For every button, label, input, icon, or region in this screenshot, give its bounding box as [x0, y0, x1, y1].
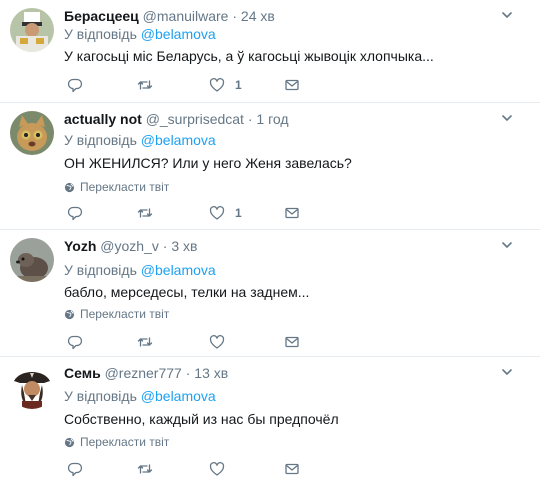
heart-icon — [209, 461, 225, 476]
separator: · — [247, 111, 253, 127]
like-button[interactable] — [209, 461, 235, 477]
reply-context: У відповідь @belamova — [64, 261, 216, 279]
globe-icon — [64, 309, 75, 319]
envelope-icon — [285, 463, 299, 475]
reply-button[interactable] — [67, 461, 83, 477]
reply-context: У відповідь @belamova — [64, 25, 216, 43]
translate-label: Перекласти твіт — [80, 435, 170, 449]
tweet[interactable]: Берасцеец @manuilware · 24 хв У відповід… — [0, 0, 540, 103]
retweet-button[interactable] — [137, 77, 153, 93]
envelope-icon — [285, 336, 299, 348]
reply-icon — [67, 78, 83, 93]
tweet-actions: 1 — [64, 205, 314, 223]
like-button[interactable]: 1 — [209, 77, 242, 93]
envelope-icon — [285, 79, 299, 91]
message-button[interactable] — [284, 77, 300, 93]
tweet[interactable]: actually not @_surprisedcat · 1 год У ві… — [0, 103, 540, 230]
reply-context: У відповідь @belamova — [64, 131, 216, 149]
tweet-text: Собственно, каждый из нас бы предпочёл — [64, 411, 339, 427]
avatar[interactable] — [10, 111, 54, 155]
chevron-down-icon[interactable] — [500, 8, 514, 22]
separator: · — [232, 8, 238, 24]
avatar[interactable] — [10, 238, 54, 282]
username[interactable]: @rezner777 — [105, 365, 182, 381]
chevron-down-icon[interactable] — [500, 238, 514, 252]
timestamp[interactable]: 3 хв — [171, 238, 197, 254]
mention-link[interactable]: @belamova — [141, 132, 216, 148]
reply-prefix: У відповідь — [64, 132, 137, 148]
reply-icon — [67, 206, 83, 221]
retweet-icon — [137, 208, 153, 218]
tweet-actions: 1 — [64, 77, 314, 95]
reply-icon — [67, 335, 83, 350]
tweet-header: Семь @rezner777 · 13 хв — [64, 364, 228, 382]
reply-prefix: У відповідь — [64, 26, 137, 42]
username[interactable]: @manuilware — [143, 8, 229, 24]
reply-prefix: У відповідь — [64, 388, 137, 404]
avatar[interactable] — [10, 365, 54, 409]
reply-button[interactable] — [67, 77, 83, 93]
reply-prefix: У відповідь — [64, 262, 137, 278]
globe-icon — [64, 437, 75, 447]
display-name[interactable]: Берасцеец — [64, 8, 139, 24]
like-button[interactable] — [209, 334, 235, 350]
retweet-icon — [137, 337, 153, 347]
display-name[interactable]: Семь — [64, 365, 101, 381]
globe-icon — [64, 182, 75, 192]
message-button[interactable] — [284, 461, 300, 477]
display-name[interactable]: Yozh — [64, 238, 96, 254]
mention-link[interactable]: @belamova — [141, 262, 216, 278]
retweet-button[interactable] — [137, 334, 153, 350]
separator: · — [185, 365, 191, 381]
translate-link[interactable]: Перекласти твіт — [64, 434, 169, 450]
tweet-text: ОН ЖЕНИЛСЯ? Или у него Женя завелась? — [64, 155, 352, 171]
tweet-header: Yozh @yozh_v · 3 хв — [64, 237, 197, 255]
reply-button[interactable] — [67, 334, 83, 350]
reply-button[interactable] — [67, 205, 83, 221]
username[interactable]: @yozh_v — [100, 238, 159, 254]
mention-link[interactable]: @belamova — [141, 26, 216, 42]
retweet-button[interactable] — [137, 205, 153, 221]
retweet-icon — [137, 464, 153, 474]
tweet-actions — [64, 334, 314, 352]
reply-context: У відповідь @belamova — [64, 387, 216, 405]
display-name[interactable]: actually not — [64, 111, 142, 127]
tweet-header: actually not @_surprisedcat · 1 год — [64, 110, 289, 128]
translate-link[interactable]: Перекласти твіт — [64, 179, 169, 195]
mention-link[interactable]: @belamova — [141, 388, 216, 404]
tweet[interactable]: Yozh @yozh_v · 3 хв У відповідь @belamov… — [0, 230, 540, 357]
heart-icon — [209, 205, 225, 220]
reply-icon — [67, 462, 83, 477]
like-button[interactable]: 1 — [209, 205, 242, 221]
separator: · — [162, 238, 168, 254]
translate-link[interactable]: Перекласти твіт — [64, 306, 169, 322]
heart-icon — [209, 334, 225, 349]
retweet-button[interactable] — [137, 461, 153, 477]
like-count: 1 — [235, 78, 242, 92]
chevron-down-icon[interactable] — [500, 111, 514, 125]
timestamp[interactable]: 13 хв — [194, 365, 228, 381]
retweet-icon — [137, 80, 153, 90]
tweet-feed: Берасцеец @manuilware · 24 хв У відповід… — [0, 0, 540, 484]
message-button[interactable] — [284, 334, 300, 350]
translate-label: Перекласти твіт — [80, 307, 170, 321]
envelope-icon — [285, 207, 299, 219]
timestamp[interactable]: 1 год — [256, 111, 288, 127]
translate-label: Перекласти твіт — [80, 180, 170, 194]
tweet-header: Берасцеец @manuilware · 24 хв — [64, 7, 275, 25]
message-button[interactable] — [284, 205, 300, 221]
tweet-actions — [64, 461, 314, 479]
tweet[interactable]: Семь @rezner777 · 13 хв У відповідь @bel… — [0, 357, 540, 484]
like-count: 1 — [235, 206, 242, 220]
heart-icon — [209, 77, 225, 92]
avatar[interactable] — [10, 8, 54, 52]
timestamp[interactable]: 24 хв — [241, 8, 275, 24]
tweet-text: У кагосьці міс Беларусь, а ў кагосьці жы… — [64, 48, 434, 64]
tweet-text: бабло, мерседесы, телки на заднем... — [64, 284, 310, 300]
username[interactable]: @_surprisedcat — [146, 111, 244, 127]
chevron-down-icon[interactable] — [500, 365, 514, 379]
